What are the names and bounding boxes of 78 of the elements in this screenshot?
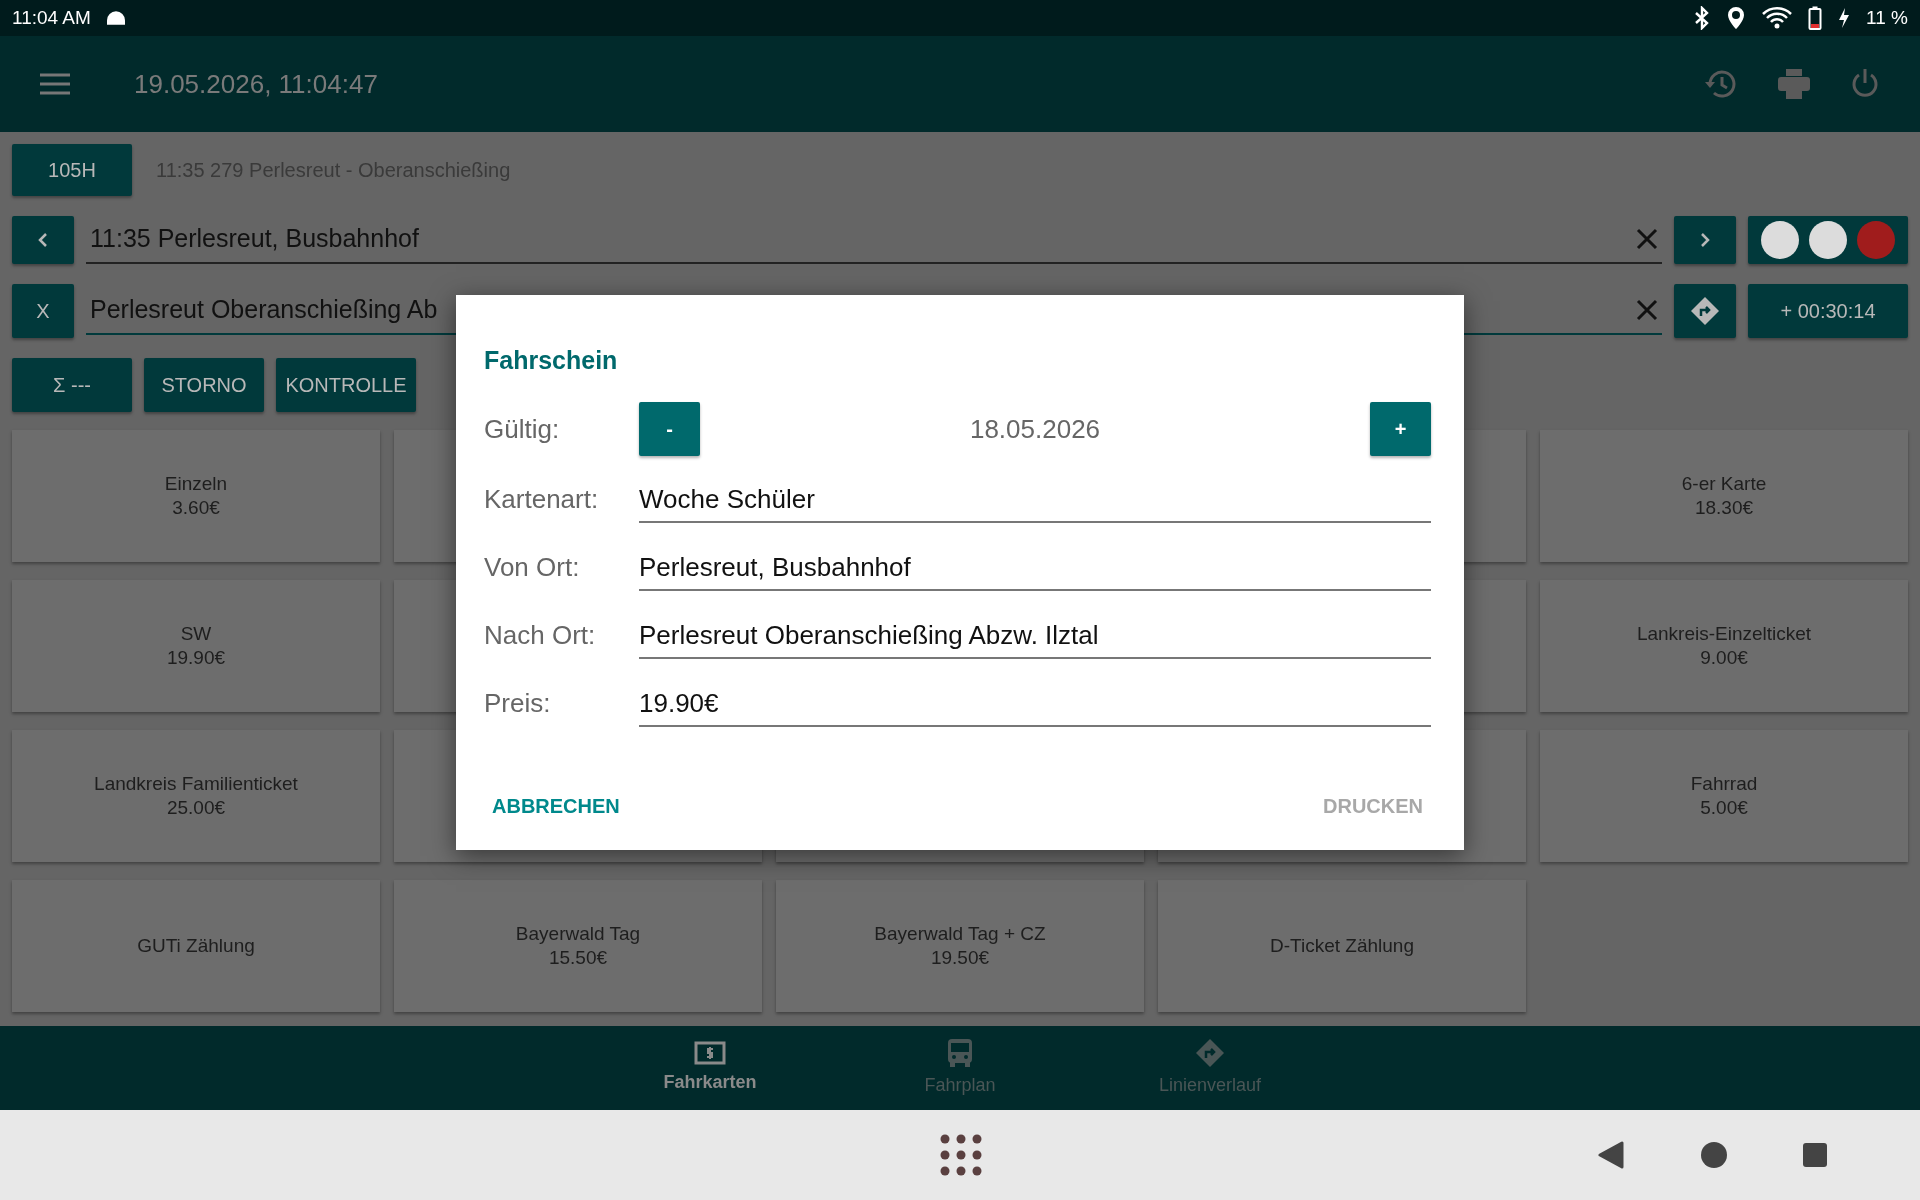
date-value: 18.05.2026: [968, 412, 1102, 446]
clear-icon[interactable]: [1636, 299, 1658, 321]
direction-button[interactable]: [1674, 284, 1736, 338]
clear-icon[interactable]: [1636, 228, 1658, 250]
input-field[interactable]: Perlesreut, Busbahnhof: [639, 548, 1431, 591]
ticket-tile[interactable]: Landkreis Familienticket 25.00€: [12, 730, 380, 862]
action-button[interactable]: STORNO: [144, 358, 264, 412]
chevron-left-icon: [38, 232, 48, 248]
field-label: Gültig:: [484, 412, 561, 446]
input-field[interactable]: 19.90€: [639, 684, 1431, 727]
increase-date-button[interactable]: +: [1370, 402, 1431, 456]
ticket-price: 18.30€: [1693, 496, 1755, 520]
field-label: Kartenart:: [484, 483, 600, 516]
clear-destination-button[interactable]: X: [12, 284, 74, 338]
delay-button[interactable]: + 00:30:14: [1748, 284, 1908, 338]
ticket-tile[interactable]: Einzeln 3.60€: [12, 430, 380, 562]
ticket-name: 6-er Karte: [1680, 472, 1768, 496]
battery-icon: [1808, 6, 1823, 30]
ticket-tile[interactable]: D-Ticket Zählung: [1158, 880, 1526, 1012]
menu-icon[interactable]: [40, 73, 70, 95]
ticket-tile[interactable]: SW 19.90€: [12, 580, 380, 712]
cancel-button[interactable]: ABBRECHEN: [484, 787, 628, 825]
next-button[interactable]: [1674, 216, 1736, 264]
ticket-name: Lankreis-Einzelticket: [1635, 622, 1813, 646]
app-drawer-icon[interactable]: [940, 1134, 982, 1176]
status-time: 11:04 AM: [12, 5, 91, 30]
action-button[interactable]: Σ ---: [12, 358, 132, 412]
ticket-name: Einzeln: [163, 472, 229, 496]
ticket-name: Landkreis Familienticket: [93, 772, 299, 796]
ticket-price: 19.90€: [165, 646, 227, 670]
history-icon[interactable]: [1704, 68, 1738, 100]
line-button[interactable]: 105H: [12, 144, 132, 196]
ticket-tile[interactable]: Bayerwald Tag + CZ 19.50€: [776, 880, 1144, 1012]
ticket-price: 9.00€: [1699, 646, 1749, 670]
nav-tab[interactable]: Fahrkarten: [585, 1039, 835, 1097]
chevron-right-icon: [1700, 232, 1710, 248]
location-icon: [1726, 6, 1747, 30]
print-icon[interactable]: [1778, 69, 1810, 99]
departure-field[interactable]: 11:35 Perlesreut, Busbahnhof: [86, 216, 1662, 264]
charging-icon: [1838, 7, 1851, 29]
ticket-price: 25.00€: [165, 796, 227, 820]
field-label: Preis:: [484, 687, 552, 720]
ticket-name: D-Ticket Zählung: [1269, 934, 1415, 958]
power-icon[interactable]: [1850, 68, 1880, 100]
ticket-name: SW: [179, 622, 213, 646]
android-icon: [106, 11, 125, 25]
bus-icon: [947, 1037, 973, 1068]
turn-sign-icon: [1195, 1037, 1225, 1068]
date-time: 19.05.2026, 11:04:47: [134, 67, 378, 101]
battery-percent: 11 %: [1866, 5, 1908, 30]
field-label: Von Ort:: [484, 551, 581, 584]
previous-button[interactable]: [12, 216, 74, 264]
ticket-price: 19.50€: [929, 946, 991, 970]
action-button[interactable]: KONTROLLE: [276, 358, 416, 412]
ticket-name: Bayerwald Tag: [514, 922, 642, 946]
turn-sign-icon: [1690, 296, 1720, 326]
ticket-price: 15.50€: [547, 946, 609, 970]
ticket-price: 3.60€: [171, 496, 221, 520]
wifi-icon: [1762, 7, 1793, 29]
back-icon[interactable]: [1598, 1141, 1624, 1169]
ticket-price: 5.00€: [1699, 796, 1749, 820]
ticket-name: Fahrrad: [1689, 772, 1759, 796]
ticket-tile[interactable]: 6-er Karte 18.30€: [1540, 430, 1908, 562]
ticket-name: Bayerwald Tag + CZ: [873, 922, 1047, 946]
field-label: Nach Ort:: [484, 619, 597, 652]
ticket-tile[interactable]: Lankreis-Einzelticket 9.00€: [1540, 580, 1908, 712]
ticket-tile[interactable]: GUTi Zählung: [12, 880, 380, 1012]
home-icon[interactable]: [1700, 1141, 1728, 1169]
recents-icon[interactable]: [1803, 1143, 1827, 1167]
dialog-title: Fahrschein: [484, 345, 619, 375]
banknote-icon: [694, 1040, 726, 1065]
decrease-date-button[interactable]: -: [639, 402, 700, 456]
bluetooth-icon: [1694, 6, 1711, 30]
input-field[interactable]: Woche Schüler: [639, 480, 1431, 523]
ticket-tile[interactable]: Fahrrad 5.00€: [1540, 730, 1908, 862]
ticket-name: GUTi Zählung: [136, 934, 256, 958]
input-field[interactable]: Perlesreut Oberanschießing Abzw. Ilztal: [639, 616, 1431, 659]
ticket-tile[interactable]: Bayerwald Tag 15.50€: [394, 880, 762, 1012]
